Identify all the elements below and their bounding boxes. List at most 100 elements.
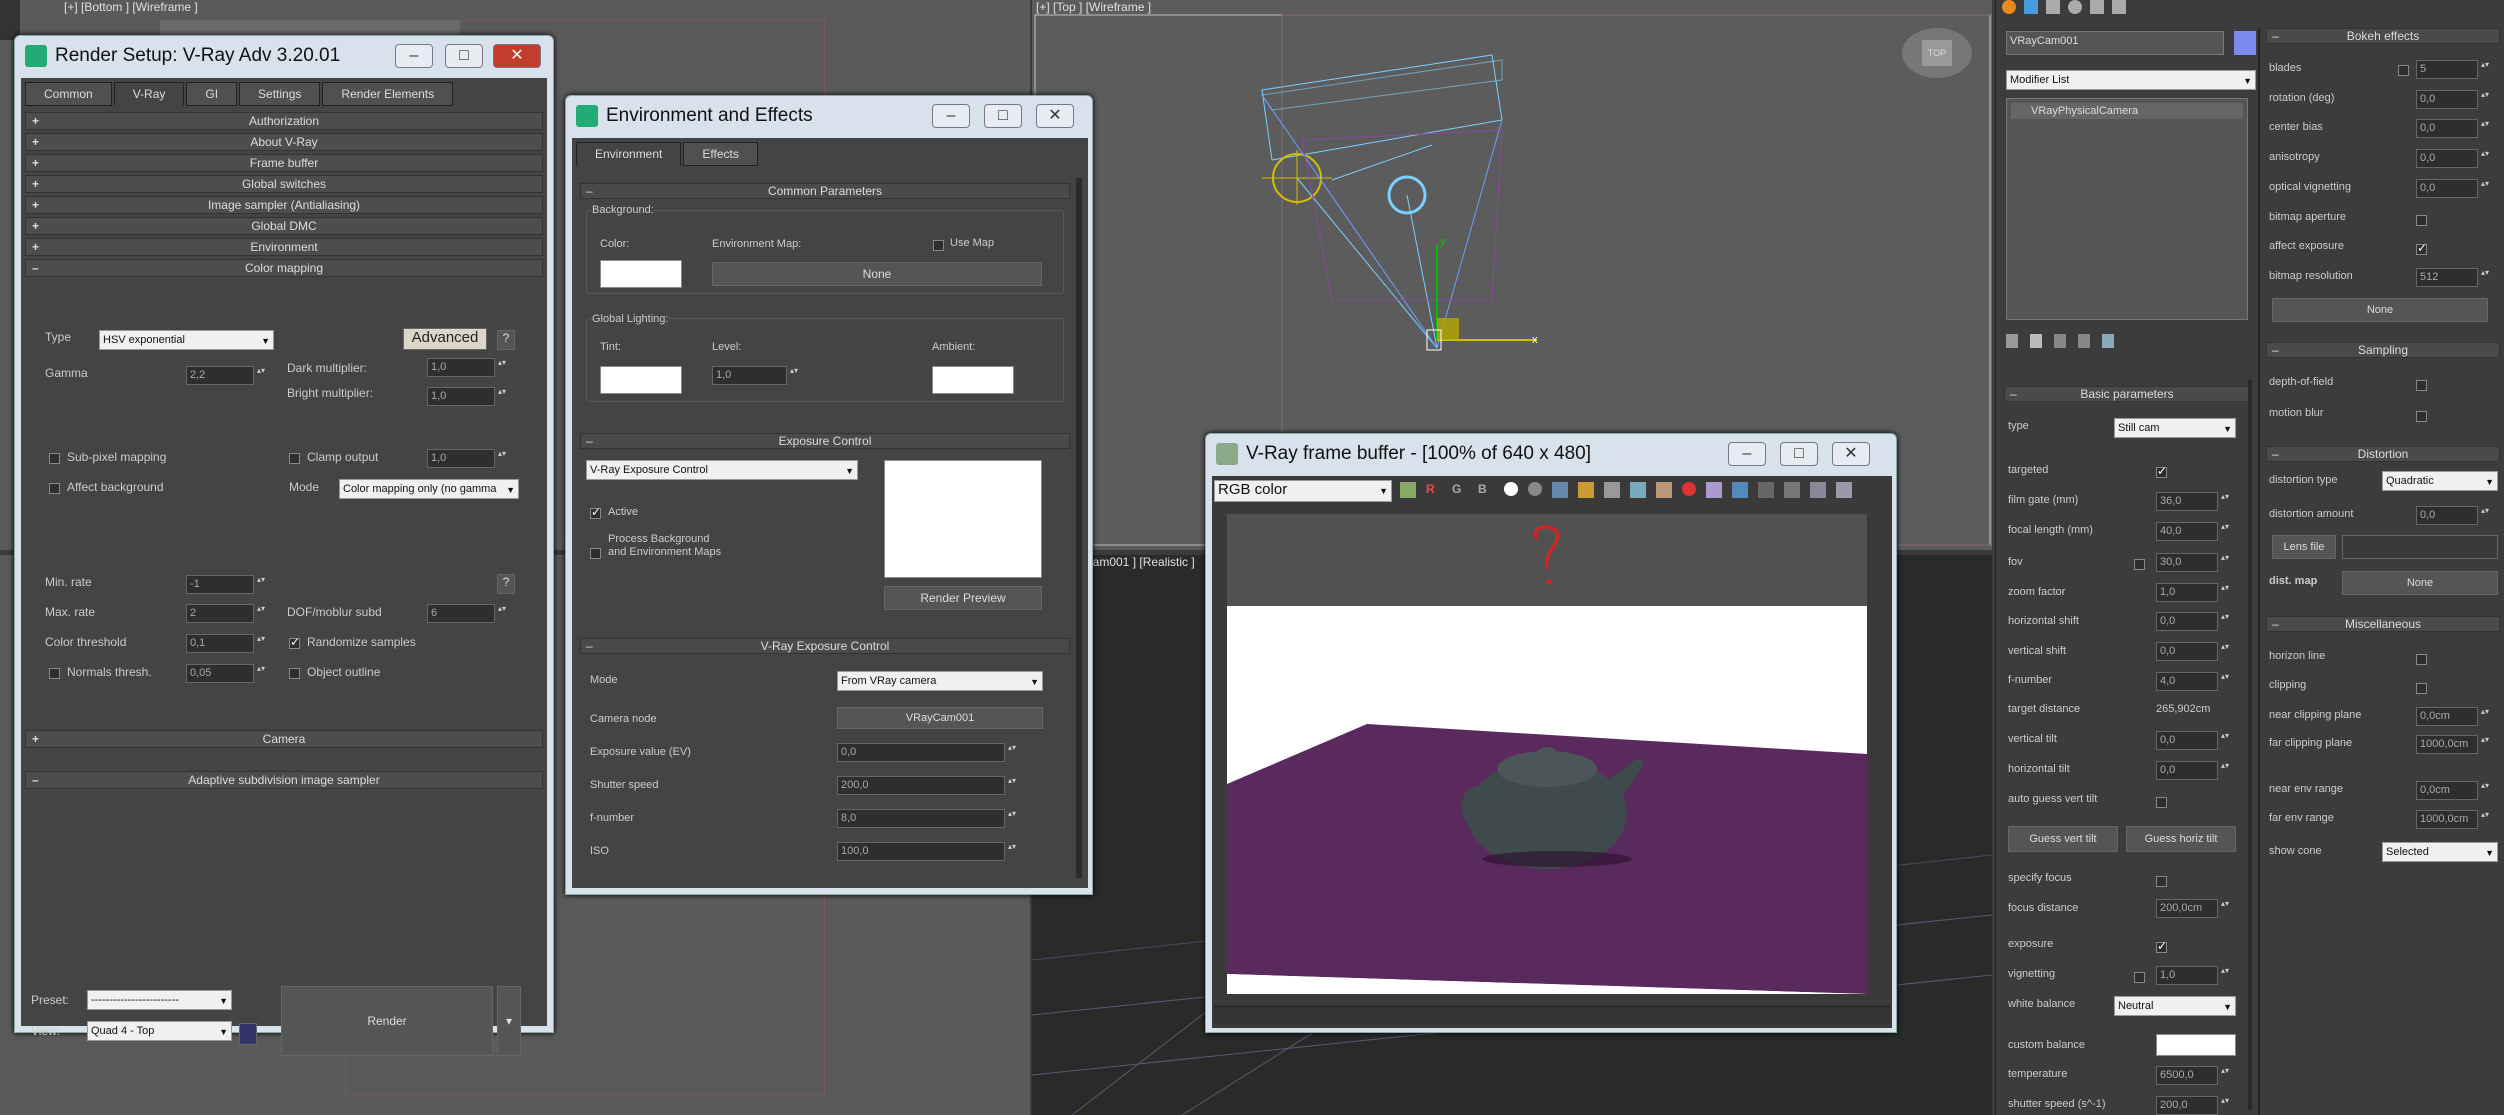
color-corrections-icon[interactable] [1400,482,1416,498]
render-preview-button[interactable]: Render Preview [884,586,1042,610]
close-button[interactable]: ✕ [1832,442,1870,466]
mode-dropdown[interactable]: From VRay camera [837,671,1043,691]
hshift-spinner[interactable]: 0,0 [2156,612,2229,631]
exposure-type-dropdown[interactable]: V-Ray Exposure Control [586,460,858,480]
rollout-global-switches[interactable]: + Global switches [25,175,543,193]
utilities-tab-icon[interactable] [2112,0,2126,14]
bokeh-rollout[interactable]: – Bokeh effects [2266,28,2500,44]
dof-checkbox[interactable] [2416,380,2427,391]
blades-checkbox[interactable] [2398,65,2409,76]
zoom-factor-spinner[interactable]: 1,0 [2156,583,2229,602]
render-icon[interactable] [1810,482,1826,498]
blue-channel-icon[interactable]: B [1478,482,1494,498]
outline-checkbox[interactable] [289,668,300,679]
active-checkbox[interactable] [590,505,601,519]
tab-common[interactable]: Common [25,82,112,106]
env-map-button[interactable]: None [712,262,1042,286]
film-gate-spinner[interactable]: 36,0 [2156,492,2229,511]
rollout-about[interactable]: + About V-Ray [25,133,543,151]
lock-view-button[interactable] [239,1023,257,1045]
clipping-checkbox[interactable] [2416,683,2427,694]
guess-vert-tilt-button[interactable]: Guess vert tilt [2008,826,2118,852]
minimize-button[interactable]: – [1728,442,1766,466]
pin-stack-icon[interactable] [2006,334,2018,348]
mono-icon[interactable] [1528,482,1542,496]
rollout-authorization[interactable]: + Authorization [25,112,543,130]
app-logo[interactable] [0,0,20,40]
distortion-type-dropdown[interactable]: Quadratic [2382,471,2498,491]
ev-spinner[interactable]: 0,0 [837,743,1016,762]
temperature-spinner[interactable]: 6500,0 [2156,1066,2229,1085]
remove-modifier-icon[interactable] [2078,334,2090,348]
tab-render-elements[interactable]: Render Elements [322,82,454,106]
tab-effects[interactable]: Effects [683,142,758,166]
htilt-spinner[interactable]: 0,0 [2156,761,2229,780]
compare-icon[interactable] [1784,482,1800,498]
close-button[interactable]: ✕ [493,44,541,68]
mode-dropdown[interactable]: Color mapping only (no gamma [339,479,519,499]
clamp-checkbox[interactable] [289,453,300,464]
shutter-spinner[interactable]: 200,0 [837,776,1016,795]
teapot-icon[interactable] [1836,482,1852,498]
vshift-spinner[interactable]: 0,0 [2156,642,2229,661]
affect-exposure-checkbox[interactable] [2416,241,2427,255]
rollout-frame-buffer[interactable]: + Frame buffer [25,154,543,172]
bokeh-bitmap-button[interactable]: None [2272,298,2488,322]
randomize-checkbox[interactable] [289,635,300,649]
rotation-spinner[interactable]: 0,0 [2416,90,2489,109]
scrollbar[interactable] [1076,178,1082,878]
object-color-swatch[interactable] [2234,31,2256,55]
red-channel-icon[interactable]: R [1426,482,1442,498]
lens-file-button[interactable]: Lens file [2272,535,2336,559]
green-channel-icon[interactable]: G [1452,482,1468,498]
show-end-result-icon[interactable] [2030,334,2042,348]
maximize-button[interactable]: □ [1780,442,1818,466]
affect-bg-checkbox[interactable] [49,483,60,494]
minimize-button[interactable]: – [395,44,433,68]
minimize-button[interactable]: – [932,104,970,128]
make-unique-icon[interactable] [2054,334,2066,348]
vtilt-spinner[interactable]: 0,0 [2156,731,2229,750]
custom-balance-swatch[interactable] [2156,1034,2236,1056]
center-bias-spinner[interactable]: 0,0 [2416,119,2489,138]
object-name-field[interactable]: VRayCam001 [2006,31,2224,55]
channel-dropdown[interactable]: RGB color [1214,480,1392,502]
focus-distance-spinner[interactable]: 200,0cm [2156,899,2229,918]
white-balance-dropdown[interactable]: Neutral [2114,996,2236,1016]
bright-multiplier-spinner[interactable]: 1,0 [427,387,506,406]
vignetting-checkbox[interactable] [2134,972,2145,983]
rollout-global-dmc[interactable]: + Global DMC [25,217,543,235]
bitmap-aperture-checkbox[interactable] [2416,215,2427,226]
help-button[interactable]: ? [497,330,515,350]
dark-multiplier-spinner[interactable]: 1,0 [427,358,506,377]
motion-tab-icon[interactable] [2068,0,2082,14]
viewport-label-bottom[interactable]: [+] [Bottom ] [Wireframe ] [64,0,198,14]
blades-spinner[interactable]: 5 [2416,60,2489,79]
rendered-image[interactable]: ? [1227,514,1867,994]
gamma-spinner[interactable]: 2,2 [186,366,265,385]
tab-gi[interactable]: GI [186,82,238,106]
rollout-environment[interactable]: + Environment [25,238,543,256]
command-panel[interactable]: VRayCam001 Modifier List VRayPhysicalCam… [1995,0,2504,1115]
configure-sets-icon[interactable] [2102,334,2114,348]
far-env-spinner[interactable]: 1000,0cm [2416,810,2489,829]
stack-item[interactable]: VRayPhysicalCamera [2011,103,2243,119]
level-spinner[interactable]: 1,0 [712,366,798,385]
fov-spinner[interactable]: 30,0 [2156,553,2229,572]
near-clip-spinner[interactable]: 0,0cm [2416,707,2489,726]
follow-mouse-icon[interactable] [1630,482,1646,498]
alpha-icon[interactable] [1504,482,1518,496]
distortion-amount-spinner[interactable]: 0,0 [2416,506,2489,525]
specify-focus-checkbox[interactable] [2156,876,2167,887]
type-dropdown[interactable]: HSV exponential [99,330,274,350]
clear-icon[interactable] [1604,482,1620,498]
camera-type-dropdown[interactable]: Still cam [2114,418,2236,438]
tab-settings[interactable]: Settings [239,82,321,106]
iso-spinner[interactable]: 100,0 [837,842,1016,861]
region-icon[interactable] [1656,482,1672,498]
render-setup-window[interactable]: Render Setup: V-Ray Adv 3.20.01 – □ ✕ Co… [14,35,554,1056]
fnumber-spinner[interactable]: 4,0 [2156,672,2229,691]
focal-length-spinner[interactable]: 40,0 [2156,522,2229,541]
pixel-info-icon[interactable] [1706,482,1722,498]
tab-vray[interactable]: V-Ray [113,82,185,106]
